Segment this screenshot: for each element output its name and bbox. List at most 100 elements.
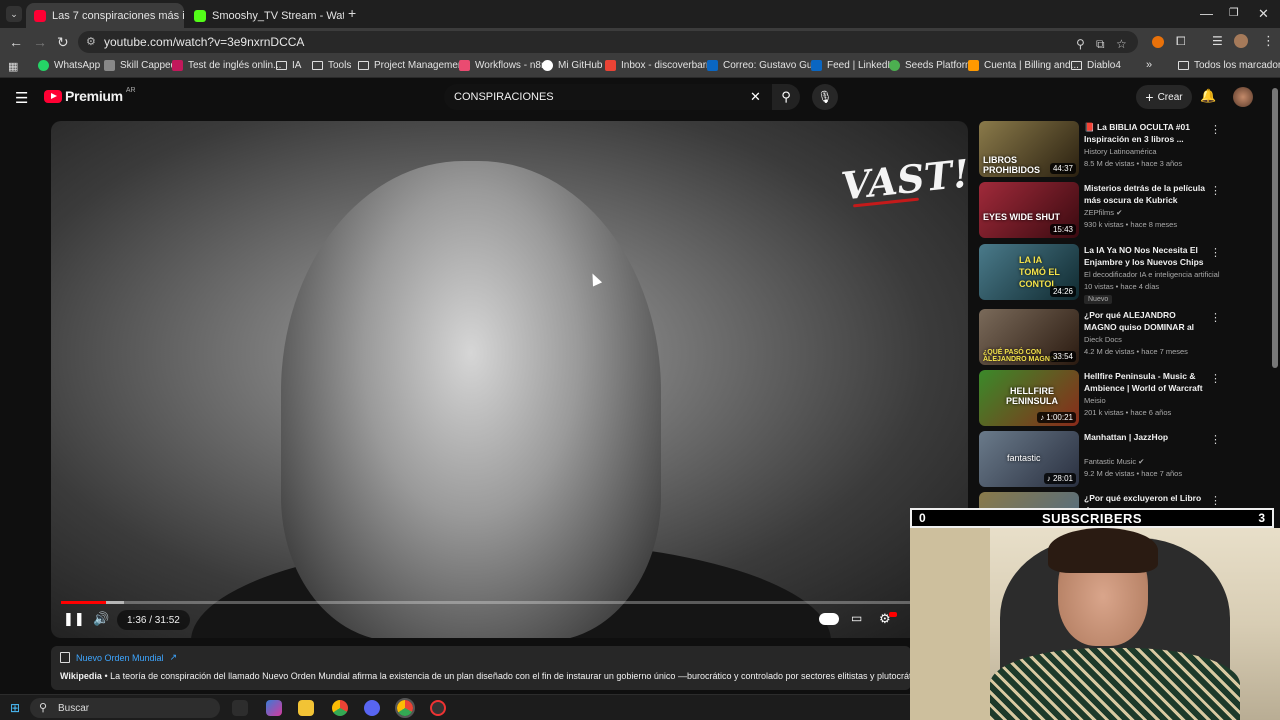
chrome-icon[interactable] xyxy=(332,700,348,716)
pause-button[interactable]: ❚❚ xyxy=(63,611,85,627)
video-title[interactable]: ¿Por qué ALEJANDRO MAGNO quiso DOMINAR a… xyxy=(1084,309,1206,333)
bookmark-folder-ia[interactable]: IA xyxy=(276,60,301,71)
video-title[interactable]: Manhattan | JazzHop xyxy=(1084,431,1206,443)
bookmark-inbox[interactable]: Inbox - discoverbarr... xyxy=(605,60,717,71)
browser-menu-icon[interactable]: ⋮ xyxy=(1262,33,1275,49)
account-avatar[interactable] xyxy=(1233,87,1253,107)
bookmark-correo[interactable]: Correo: Gustavo Gu... xyxy=(707,60,821,71)
discord-icon[interactable] xyxy=(364,700,380,716)
hamburger-menu-icon[interactable]: ☰ xyxy=(15,89,28,107)
recommended-video[interactable]: LIBROS PROHIBIDOS 44:37 📕 La BIBLIA OCUL… xyxy=(979,121,1221,179)
bookmark-star-icon[interactable]: ☆ xyxy=(1116,37,1127,51)
windows-start-icon[interactable]: ⊞ xyxy=(10,701,20,715)
recommended-video[interactable]: fantastic ♪ 28:01 Manhattan | JazzHop Fa… xyxy=(979,431,1221,489)
more-actions-icon[interactable]: ⋮ xyxy=(1210,184,1221,197)
youtube-premium-logo[interactable]: Premium AR xyxy=(44,87,136,104)
video-thumbnail[interactable]: HELLFIRE PENINSULA ♪ 1:00:21 xyxy=(979,370,1079,426)
outlook-icon xyxy=(707,60,718,71)
forward-icon[interactable]: → xyxy=(33,34,47,50)
task-view-icon[interactable] xyxy=(232,700,248,716)
channel-name[interactable]: ZEPfilms ✔ xyxy=(1084,208,1122,217)
info-panel-link[interactable]: Nuevo Orden Mundial xyxy=(76,653,164,663)
video-player[interactable]: VAST! ❚❚ 🔊 1:36 / 31:52 ▭ ⚙ xyxy=(51,121,968,638)
video-thumbnail[interactable]: ¿QUÉ PASÓ CON ALEJANDRO MAGNO? 33:54 xyxy=(979,309,1079,365)
autoplay-toggle[interactable] xyxy=(819,613,839,625)
volume-icon[interactable]: 🔊 xyxy=(93,611,109,627)
clear-search-icon[interactable]: ✕ xyxy=(750,89,761,105)
info-panel-title[interactable]: Nuevo Orden Mundial ↗ xyxy=(60,652,902,663)
bookmark-folder-project-management[interactable]: Project Management xyxy=(358,60,466,71)
bookmark-aws-billing[interactable]: Cuenta | Billing and... xyxy=(968,60,1079,71)
apps-grid-icon[interactable]: ▦ xyxy=(8,60,18,73)
all-bookmarks-folder[interactable]: Todos los marcadores xyxy=(1178,60,1280,71)
create-label: Crear xyxy=(1157,91,1183,103)
more-actions-icon[interactable]: ⋮ xyxy=(1210,123,1221,136)
tab-youtube[interactable]: Las 7 conspiraciones más in 🔊 ✕ xyxy=(26,3,184,28)
bookmark-github[interactable]: Mi GitHub xyxy=(542,60,602,71)
more-actions-icon[interactable]: ⋮ xyxy=(1210,311,1221,324)
create-button[interactable]: + Crear xyxy=(1136,85,1192,109)
more-actions-icon[interactable]: ⋮ xyxy=(1210,372,1221,385)
obs-icon[interactable] xyxy=(430,700,446,716)
bookmark-test-ingles[interactable]: Test de inglés onlin... xyxy=(172,60,281,71)
page-scrollbar[interactable] xyxy=(1272,88,1278,368)
recommended-video[interactable]: ¿QUÉ PASÓ CON ALEJANDRO MAGNO? 33:54 ¿Po… xyxy=(979,309,1221,367)
more-bookmarks-icon[interactable]: » xyxy=(1146,59,1152,71)
video-title[interactable]: 📕 La BIBLIA OCULTA #01 Inspiración en 3 … xyxy=(1084,121,1206,145)
video-thumbnail[interactable]: fantastic ♪ 28:01 xyxy=(979,431,1079,487)
address-bar[interactable]: ⚙ youtube.com/watch?v=3e9nxrnDCCA ⚲ ⧉ ☆ xyxy=(78,31,1138,53)
restore-icon[interactable]: ❐ xyxy=(1229,6,1239,19)
close-window-icon[interactable]: ✕ xyxy=(1258,6,1269,22)
reload-icon[interactable]: ↻ xyxy=(57,34,69,51)
file-explorer-icon[interactable] xyxy=(298,700,314,716)
copilot-icon[interactable] xyxy=(266,700,282,716)
reading-list-icon[interactable]: ☰ xyxy=(1212,34,1223,48)
video-thumbnail[interactable] xyxy=(979,492,1079,508)
channel-name[interactable]: History Latinoamérica xyxy=(1084,147,1157,156)
search-input[interactable]: CONSPIRACIONES ✕ xyxy=(444,84,772,110)
recommended-video[interactable]: EYES WIDE SHUT 15:43 Misterios detrás de… xyxy=(979,182,1221,240)
recommended-video[interactable]: HELLFIRE PENINSULA ♪ 1:00:21 Hellfire Pe… xyxy=(979,370,1221,428)
back-icon[interactable]: ← xyxy=(9,34,23,50)
more-actions-icon[interactable]: ⋮ xyxy=(1210,494,1219,507)
video-title[interactable]: Misterios detrás de la película más oscu… xyxy=(1084,182,1206,206)
taskbar-search[interactable]: ⚲ Buscar xyxy=(30,698,220,718)
video-title[interactable]: ¿Por qué excluyeron el Libro de xyxy=(1084,492,1206,508)
progress-bar[interactable] xyxy=(61,601,958,604)
channel-name[interactable]: Fantastic Music ✔ xyxy=(1084,457,1144,466)
channel-name[interactable]: El decodificador IA e inteligencia artif… xyxy=(1084,270,1220,279)
more-actions-icon[interactable]: ⋮ xyxy=(1210,246,1221,259)
video-title[interactable]: La IA Ya NO Nos Necesita El Enjambre y l… xyxy=(1084,244,1206,268)
bookmark-folder-diablo4[interactable]: Diablo4 xyxy=(1071,60,1121,71)
video-thumbnail[interactable]: LIBROS PROHIBIDOS 44:37 xyxy=(979,121,1079,177)
video-thumbnail[interactable]: EYES WIDE SHUT 15:43 xyxy=(979,182,1079,238)
voice-search-button[interactable]: 🎙 xyxy=(812,84,838,110)
more-actions-icon[interactable]: ⋮ xyxy=(1210,433,1221,446)
video-thumbnail[interactable]: LA IA TOMÓ EL CONTOL 24:26 xyxy=(979,244,1079,300)
tab-kick[interactable]: Smooshy_TV Stream - Watch L ✕ xyxy=(186,3,344,28)
search-button[interactable]: ⚲ xyxy=(772,84,800,110)
recommended-video[interactable]: LA IA TOMÓ EL CONTOL 24:26 La IA Ya NO N… xyxy=(979,244,1221,304)
channel-name[interactable]: Meisio xyxy=(1084,396,1106,405)
tab-search-chevron-icon[interactable]: ⌄ xyxy=(6,6,22,22)
site-info-icon[interactable]: ⚙ xyxy=(86,35,96,48)
subtitles-icon[interactable]: ▭ xyxy=(851,611,862,625)
bookmark-n8n[interactable]: Workflows - n8n xyxy=(459,60,547,71)
recommended-video[interactable]: ¿Por qué excluyeron el Libro de ⋮ xyxy=(979,492,1219,508)
notifications-bell-icon[interactable]: 🔔 xyxy=(1200,88,1216,104)
zoom-icon[interactable]: ⚲ xyxy=(1076,37,1085,51)
extensions-puzzle-icon[interactable]: ⧠ xyxy=(1176,34,1186,49)
channel-name[interactable]: Dieck Docs xyxy=(1084,335,1122,344)
bookmark-linkedin[interactable]: Feed | LinkedIn xyxy=(811,60,896,71)
new-tab-button[interactable]: + xyxy=(348,5,356,21)
video-title[interactable]: Hellfire Peninsula - Music & Ambience | … xyxy=(1084,370,1206,394)
bookmark-folder-tools[interactable]: Tools xyxy=(312,60,351,71)
extension-icon[interactable] xyxy=(1152,36,1164,48)
profile-avatar[interactable] xyxy=(1234,34,1248,48)
minimize-icon[interactable]: — xyxy=(1200,6,1213,21)
install-app-icon[interactable]: ⧉ xyxy=(1096,37,1105,52)
bookmark-whatsapp[interactable]: WhatsApp xyxy=(38,60,100,71)
bookmark-seeds[interactable]: Seeds Platform xyxy=(889,60,973,71)
bookmark-skill-capped[interactable]: Skill Capped xyxy=(104,60,176,71)
chrome-active-icon[interactable] xyxy=(395,698,415,718)
